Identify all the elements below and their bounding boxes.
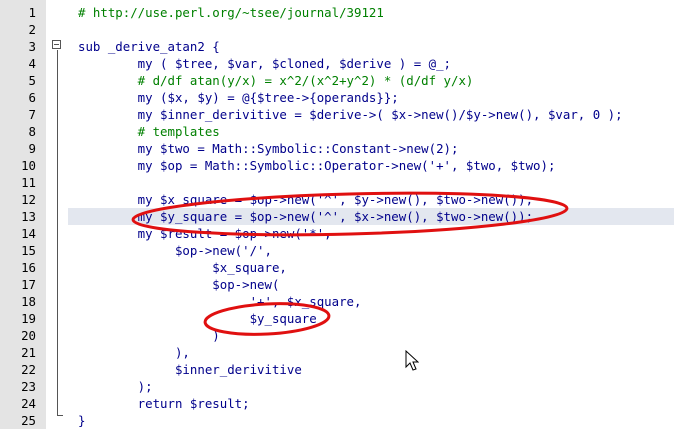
code-line[interactable]: my $two = Math::Symbolic::Constant->new(…: [68, 140, 674, 157]
code-text: my $y_square = $op->new('^', $x->new(), …: [78, 209, 534, 224]
code-line[interactable]: my $x_square = $op->new('^', $y->new(), …: [68, 191, 674, 208]
line-number: 10: [21, 158, 36, 173]
line-number: 4: [28, 56, 36, 71]
fold-collapse-icon[interactable]: [52, 40, 61, 49]
line-number: 19: [21, 311, 36, 326]
code-text: $y_square: [78, 311, 317, 326]
code-line[interactable]: [68, 21, 674, 38]
code-line[interactable]: $op->new(: [68, 276, 674, 293]
line-number: 24: [21, 396, 36, 411]
code-line[interactable]: # templates: [68, 123, 674, 140]
code-line[interactable]: my $result = $op->new('*',: [68, 225, 674, 242]
line-number-gutter: 1 2 3 4 5 6 7 8 9 10 11 12 13 14 15 16 17 18 19 20 21 22 23 24 2…: [0, 0, 46, 429]
code-line[interactable]: '+', $x_square,: [68, 293, 674, 310]
code-text: $op->new('/',: [78, 243, 272, 258]
code-text: return $result;: [78, 396, 250, 411]
code-comment: # d/df atan(y/x) = x^2/(x^2+y^2) * (d/df…: [78, 73, 474, 88]
code-text: '+', $x_square,: [78, 294, 362, 309]
mouse-pointer-icon: [405, 350, 419, 371]
code-line[interactable]: $x_square,: [68, 259, 674, 276]
code-line[interactable]: );: [68, 378, 674, 395]
line-number: 21: [21, 345, 36, 360]
code-area[interactable]: # http://use.perl.org/~tsee/journal/3912…: [68, 0, 674, 429]
line-number: 14: [21, 226, 36, 241]
line-number: 5: [28, 73, 36, 88]
line-number: 13: [21, 209, 36, 224]
code-text: my ( $tree, $var, $cloned, $derive ) = @…: [78, 56, 451, 71]
code-line[interactable]: return $result;: [68, 395, 674, 412]
code-text: $x_square,: [78, 260, 287, 275]
code-text: my $two = Math::Symbolic::Constant->new(…: [78, 141, 459, 156]
line-number: 12: [21, 192, 36, 207]
code-line[interactable]: my ( $tree, $var, $cloned, $derive ) = @…: [68, 55, 674, 72]
line-number: 7: [28, 107, 36, 122]
line-number: 23: [21, 379, 36, 394]
code-text: sub _derive_atan2 {: [78, 39, 220, 54]
code-line[interactable]: my $inner_derivitive = $derive->( $x->ne…: [68, 106, 674, 123]
line-number: 15: [21, 243, 36, 258]
code-text: ),: [78, 345, 190, 360]
code-text: $inner_derivitive: [78, 362, 302, 377]
code-line[interactable]: # d/df atan(y/x) = x^2/(x^2+y^2) * (d/df…: [68, 72, 674, 89]
code-line[interactable]: $y_square: [68, 310, 674, 327]
code-line[interactable]: my $y_square = $op->new('^', $x->new(), …: [68, 208, 674, 225]
line-number: 2: [28, 22, 36, 37]
code-text: $op->new(: [78, 277, 280, 292]
code-line[interactable]: $op->new('/',: [68, 242, 674, 259]
line-number: 16: [21, 260, 36, 275]
line-number: 25: [21, 413, 36, 428]
code-line[interactable]: [68, 174, 674, 191]
line-number: 20: [21, 328, 36, 343]
code-line[interactable]: my ($x, $y) = @{$tree->{operands}};: [68, 89, 674, 106]
code-text: );: [78, 379, 153, 394]
line-number: 11: [21, 175, 36, 190]
code-text: ): [78, 328, 220, 343]
code-line[interactable]: # http://use.perl.org/~tsee/journal/3912…: [68, 4, 674, 21]
line-number: 6: [28, 90, 36, 105]
fold-end-marker: [57, 415, 63, 416]
code-text: my $inner_derivitive = $derive->( $x->ne…: [78, 107, 623, 122]
code-comment: # http://use.perl.org/~tsee/journal/3912…: [78, 5, 384, 20]
line-number: 18: [21, 294, 36, 309]
line-number: 8: [28, 124, 36, 139]
code-line[interactable]: }: [68, 412, 674, 429]
line-number: 1: [28, 5, 36, 20]
line-number: 22: [21, 362, 36, 377]
fold-guide-line: [57, 50, 58, 415]
code-line[interactable]: ): [68, 327, 674, 344]
code-text: my $x_square = $op->new('^', $y->new(), …: [78, 192, 534, 207]
code-line[interactable]: sub _derive_atan2 {: [68, 38, 674, 55]
code-text: my $op = Math::Symbolic::Operator->new('…: [78, 158, 556, 173]
code-editor[interactable]: 1 2 3 4 5 6 7 8 9 10 11 12 13 14 15 16 17 18 19 20 21 22 23 24 2…: [0, 0, 674, 429]
code-text: my $result = $op->new('*',: [78, 226, 332, 241]
line-number: 3: [28, 39, 36, 54]
code-text: }: [78, 413, 86, 428]
fold-margin: [46, 0, 68, 429]
code-text: my ($x, $y) = @{$tree->{operands}};: [78, 90, 399, 105]
code-line[interactable]: ),: [68, 344, 674, 361]
code-line[interactable]: $inner_derivitive: [68, 361, 674, 378]
line-number: 17: [21, 277, 36, 292]
code-comment: # templates: [78, 124, 220, 139]
line-number: 9: [28, 141, 36, 156]
code-line[interactable]: my $op = Math::Symbolic::Operator->new('…: [68, 157, 674, 174]
